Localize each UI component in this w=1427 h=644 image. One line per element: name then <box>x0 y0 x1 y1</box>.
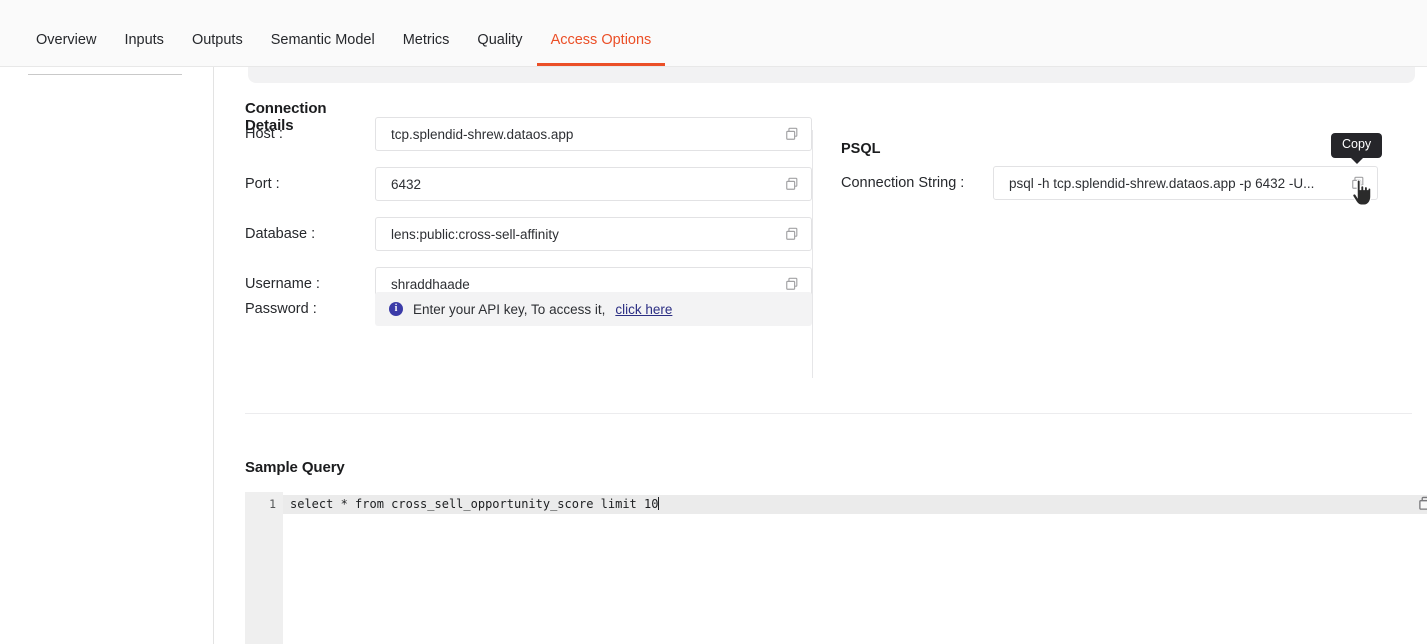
database-field[interactable]: lens:public:cross-sell-affinity <box>375 217 812 251</box>
connection-string-field[interactable]: psql -h tcp.splendid-shrew.dataos.app -p… <box>993 166 1378 200</box>
tab-inputs[interactable]: Inputs <box>110 32 178 67</box>
connection-string-value: psql -h tcp.splendid-shrew.dataos.app -p… <box>1009 175 1315 191</box>
column-divider <box>812 130 813 378</box>
copy-icon[interactable] <box>1418 496 1427 512</box>
line-number: 1 <box>269 497 276 511</box>
editor-gutter: 1 <box>245 492 283 644</box>
password-label: Password : <box>245 301 317 317</box>
top-navigation-bar: Overview Inputs Outputs Semantic Model M… <box>0 0 1427 67</box>
connection-string-label: Connection String : <box>841 175 965 191</box>
database-label: Database : <box>245 226 316 242</box>
tab-quality[interactable]: Quality <box>463 32 536 67</box>
main-content: Connection Details Host : tcp.splendid-s… <box>215 67 1427 644</box>
host-label: Host : <box>245 126 283 142</box>
text-caret <box>658 497 660 510</box>
host-value: tcp.splendid-shrew.dataos.app <box>391 126 574 142</box>
scrolled-card-top-edge <box>248 67 1415 83</box>
password-info-text: Enter your API key, To access it, <box>413 301 606 317</box>
sql-editor[interactable]: 1 select * from cross_sell_opportunity_s… <box>245 492 1427 644</box>
sidebar-divider <box>28 74 182 75</box>
tab-metrics[interactable]: Metrics <box>389 32 464 67</box>
copy-tooltip: Copy <box>1331 133 1383 164</box>
port-label: Port : <box>245 176 280 192</box>
left-sidebar <box>0 67 214 644</box>
password-info-box: i Enter your API key, To access it, clic… <box>375 292 812 326</box>
port-value: 6432 <box>391 176 422 192</box>
info-icon: i <box>389 302 403 316</box>
username-value: shraddhaade <box>391 276 470 292</box>
database-value: lens:public:cross-sell-affinity <box>391 226 559 242</box>
tab-overview[interactable]: Overview <box>22 32 110 67</box>
sample-query-title: Sample Query <box>245 459 345 476</box>
section-divider <box>245 413 1412 414</box>
psql-title: PSQL <box>841 141 881 157</box>
click-here-link[interactable]: click here <box>615 302 672 317</box>
sql-query-text: select * from cross_sell_opportunity_sco… <box>290 497 659 511</box>
copy-icon[interactable] <box>783 275 801 293</box>
copy-icon[interactable] <box>783 175 801 193</box>
editor-code-line[interactable]: select * from cross_sell_opportunity_sco… <box>290 495 660 514</box>
host-field[interactable]: tcp.splendid-shrew.dataos.app <box>375 117 812 151</box>
tab-outputs[interactable]: Outputs <box>178 32 257 67</box>
tab-list: Overview Inputs Outputs Semantic Model M… <box>22 0 666 67</box>
tab-access-options[interactable]: Access Options <box>536 32 666 67</box>
port-field[interactable]: 6432 <box>375 167 812 201</box>
copy-icon[interactable] <box>1349 174 1367 192</box>
copy-icon[interactable] <box>783 125 801 143</box>
copy-icon[interactable] <box>783 225 801 243</box>
tab-semantic-model[interactable]: Semantic Model <box>257 32 389 67</box>
